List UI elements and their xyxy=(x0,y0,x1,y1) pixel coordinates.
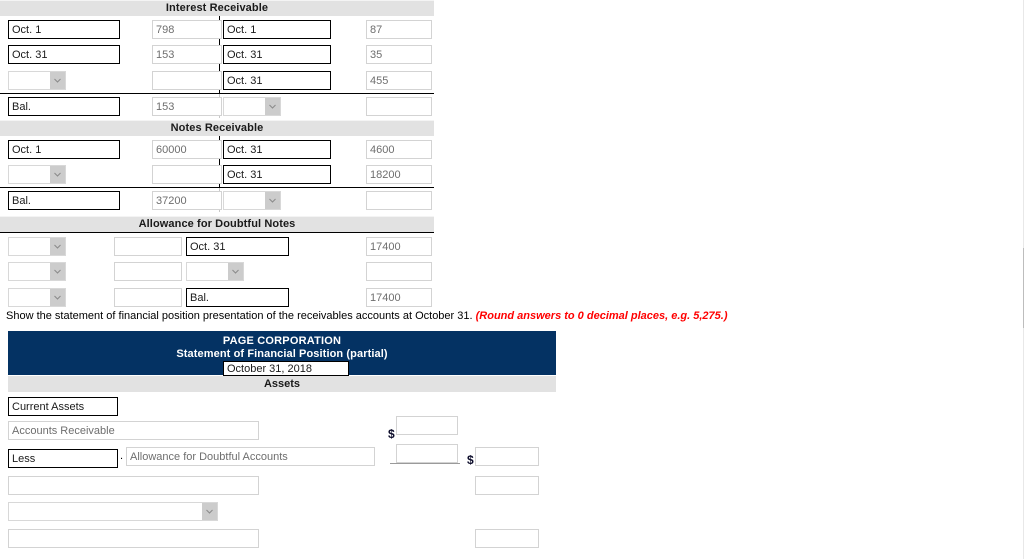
t-account-title: Notes Receivable xyxy=(0,120,434,136)
line-item-select[interactable] xyxy=(8,502,218,521)
chevron-down-icon xyxy=(50,166,65,183)
net-amount-input[interactable] xyxy=(475,447,539,466)
table-row xyxy=(0,162,434,188)
entry-amount-input[interactable] xyxy=(152,20,222,39)
chevron-down-icon xyxy=(202,503,217,520)
instruction-note: (Round answers to 0 decimal places, e.g.… xyxy=(475,310,728,322)
entry-amount-input[interactable] xyxy=(366,140,432,159)
chevron-down-icon xyxy=(50,72,65,89)
balance-label-input[interactable] xyxy=(8,191,120,210)
entry-date-input[interactable] xyxy=(8,20,120,39)
entry-date-input[interactable] xyxy=(223,165,331,184)
chevron-down-icon xyxy=(265,192,280,209)
entry-amount-input[interactable] xyxy=(152,140,222,159)
balance-label-input[interactable] xyxy=(8,97,120,116)
t-account-allowance-doubtful-notes: Allowance for Doubtful Notes xyxy=(0,216,434,312)
t-account-title: Interest Receivable xyxy=(0,0,434,16)
table-row xyxy=(0,136,434,162)
entry-amount-input[interactable] xyxy=(114,288,182,307)
entry-amount-input[interactable] xyxy=(366,45,432,64)
entry-date-input[interactable] xyxy=(223,71,331,90)
entry-date-select[interactable] xyxy=(8,165,66,184)
table-row xyxy=(0,285,434,311)
table-row xyxy=(0,42,434,68)
balance-label-select[interactable] xyxy=(223,97,281,116)
entry-date-input[interactable] xyxy=(223,140,331,159)
balance-amount-input[interactable] xyxy=(366,191,432,210)
line-item-amount-input[interactable] xyxy=(396,416,458,435)
line-item-label-input[interactable] xyxy=(8,421,259,440)
entry-date-input[interactable] xyxy=(8,45,120,64)
chevron-down-icon xyxy=(50,289,65,306)
label-separator: . xyxy=(120,450,124,462)
entry-amount-input[interactable] xyxy=(152,165,222,184)
balance-row xyxy=(0,188,434,212)
table-row xyxy=(0,233,434,259)
entry-amount-input[interactable] xyxy=(366,71,432,90)
t-account-entry-area xyxy=(0,232,434,312)
entry-amount-input[interactable] xyxy=(152,71,222,90)
t-account-notes-receivable: Notes Receivable xyxy=(0,120,434,212)
statement-date-input[interactable] xyxy=(223,361,349,376)
allowance-label-input[interactable] xyxy=(126,447,375,466)
entry-date-select[interactable] xyxy=(186,262,244,281)
entry-date-input[interactable] xyxy=(186,237,289,256)
entry-amount-input[interactable] xyxy=(366,262,432,281)
t-account-title: Allowance for Doubtful Notes xyxy=(0,216,434,232)
t-account-entry-area xyxy=(0,16,434,94)
balance-amount-input[interactable] xyxy=(152,191,222,210)
entry-date-select[interactable] xyxy=(8,71,66,90)
t-account-entry-area xyxy=(0,136,434,188)
worksheet-canvas: Interest Receivable Oct. 1 798 Oct. 1 87… xyxy=(0,0,1024,559)
balance-amount-input[interactable] xyxy=(152,97,222,116)
line-item-amount-input[interactable] xyxy=(475,476,539,495)
currency-symbol: $ xyxy=(467,453,474,467)
balance-label-select[interactable] xyxy=(223,191,281,210)
currency-symbol: $ xyxy=(388,427,395,441)
chevron-down-icon xyxy=(228,263,243,280)
line-item-label-input[interactable] xyxy=(8,529,259,548)
instruction-main: Show the statement of financial position… xyxy=(6,310,473,322)
line-item-amount-input[interactable] xyxy=(475,529,539,548)
balance-amount-input[interactable] xyxy=(366,97,432,116)
table-row xyxy=(0,16,434,42)
section-label-input[interactable] xyxy=(8,397,118,416)
balance-amount-input[interactable] xyxy=(366,288,432,307)
company-name: PAGE CORPORATION xyxy=(222,335,342,347)
entry-amount-input[interactable] xyxy=(366,165,432,184)
subtotal-rule xyxy=(390,463,460,464)
chevron-down-icon xyxy=(50,263,65,280)
entry-date-input[interactable] xyxy=(223,45,331,64)
statement-title: Statement of Financial Position (partial… xyxy=(176,348,388,360)
entry-amount-input[interactable] xyxy=(366,237,432,256)
chevron-down-icon xyxy=(50,238,65,255)
less-label-input[interactable] xyxy=(8,449,118,468)
balance-row xyxy=(0,94,434,118)
assets-section-band: Assets xyxy=(8,376,556,392)
entry-date-input[interactable] xyxy=(8,140,120,159)
instruction-text: Show the statement of financial position… xyxy=(6,310,728,322)
allowance-amount-input[interactable] xyxy=(396,444,458,463)
table-row xyxy=(0,259,434,285)
line-item-label-input[interactable] xyxy=(8,476,259,495)
entry-amount-input[interactable] xyxy=(114,237,182,256)
entry-date-select[interactable] xyxy=(8,288,66,307)
statement-header: PAGE CORPORATION Statement of Financial … xyxy=(8,331,556,376)
entry-date-select[interactable] xyxy=(8,237,66,256)
balance-label-input[interactable] xyxy=(186,288,289,307)
entry-amount-input[interactable] xyxy=(114,262,182,281)
entry-date-select[interactable] xyxy=(8,262,66,281)
table-row xyxy=(0,68,434,94)
chevron-down-icon xyxy=(265,98,280,115)
entry-date-input[interactable] xyxy=(223,20,331,39)
entry-amount-input[interactable] xyxy=(152,45,222,64)
t-account-interest-receivable: Interest Receivable xyxy=(0,0,434,118)
entry-amount-input[interactable] xyxy=(366,20,432,39)
